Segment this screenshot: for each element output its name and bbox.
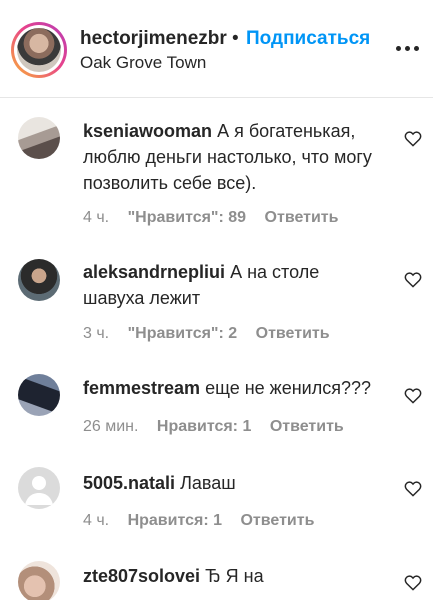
comment-likes[interactable]: Нравится: 1 bbox=[128, 512, 222, 529]
heart-outline-icon[interactable] bbox=[404, 130, 422, 147]
heart-outline-icon[interactable] bbox=[404, 271, 422, 288]
comment-meta: 4 ч. Нравится: 1 Ответить bbox=[83, 512, 328, 530]
more-options-icon[interactable] bbox=[396, 46, 420, 52]
comment-body: Ђ Я на bbox=[205, 566, 264, 586]
reply-button[interactable]: Ответить bbox=[240, 512, 314, 529]
comment-body: еще не женился??? bbox=[205, 378, 371, 398]
comment-time: 3 ч. bbox=[83, 325, 110, 342]
default-avatar-icon[interactable] bbox=[18, 467, 60, 509]
comment-text: 5005.natali Лаваш bbox=[83, 470, 383, 496]
comment-meta: 26 мин. Нравится: 1 Ответить bbox=[83, 418, 358, 436]
comment-meta: 4 ч. "Нравится": 89 Ответить bbox=[83, 209, 352, 227]
heart-outline-icon[interactable] bbox=[404, 480, 422, 497]
commenter-username[interactable]: zte807solovei bbox=[83, 566, 200, 586]
reply-button[interactable]: Ответить bbox=[270, 418, 344, 435]
reply-button[interactable]: Ответить bbox=[256, 325, 330, 342]
author-username[interactable]: hectorjimenezbr bbox=[80, 28, 228, 50]
post-header: hectorjimenezbr • Подписаться Oak Grove … bbox=[0, 0, 433, 98]
commenter-avatar[interactable] bbox=[18, 117, 60, 159]
comment-meta: 3 ч. "Нравится": 2 Ответить bbox=[83, 325, 344, 343]
comment-text: kseniawooman А я богатенькая, люблю день… bbox=[83, 118, 383, 196]
commenter-username[interactable]: kseniawooman bbox=[83, 121, 212, 141]
comment-time: 4 ч. bbox=[83, 512, 110, 529]
heart-outline-icon[interactable] bbox=[404, 574, 422, 591]
comment-time: 4 ч. bbox=[83, 209, 110, 226]
follow-button[interactable]: Подписаться bbox=[246, 28, 370, 50]
commenter-username[interactable]: aleksandrnepliui bbox=[83, 262, 225, 282]
commenter-avatar[interactable] bbox=[18, 561, 60, 600]
comment-likes[interactable]: Нравится: 1 bbox=[157, 418, 251, 435]
commenter-username[interactable]: 5005.natali bbox=[83, 473, 175, 493]
commenter-avatar[interactable] bbox=[18, 374, 60, 416]
heart-outline-icon[interactable] bbox=[404, 387, 422, 404]
comment-time: 26 мин. bbox=[83, 418, 139, 435]
post-location[interactable]: Oak Grove Town bbox=[80, 53, 206, 73]
commenter-username[interactable]: femmestream bbox=[83, 378, 200, 398]
separator-dot: • bbox=[232, 28, 239, 49]
comment-text: zte807solovei Ђ Я на bbox=[83, 563, 383, 589]
author-avatar[interactable] bbox=[11, 22, 67, 78]
comment-text: femmestream еще не женился??? bbox=[83, 375, 403, 401]
default-avatar-icon bbox=[25, 476, 53, 505]
commenter-avatar[interactable] bbox=[18, 259, 60, 301]
comment-text: aleksandrnepliui А на столе шавуха лежит bbox=[83, 259, 383, 311]
reply-button[interactable]: Ответить bbox=[265, 209, 339, 226]
comment-body: Лаваш bbox=[180, 473, 236, 493]
comment-likes[interactable]: "Нравится": 89 bbox=[128, 209, 247, 226]
comment-likes[interactable]: "Нравится": 2 bbox=[128, 325, 238, 342]
